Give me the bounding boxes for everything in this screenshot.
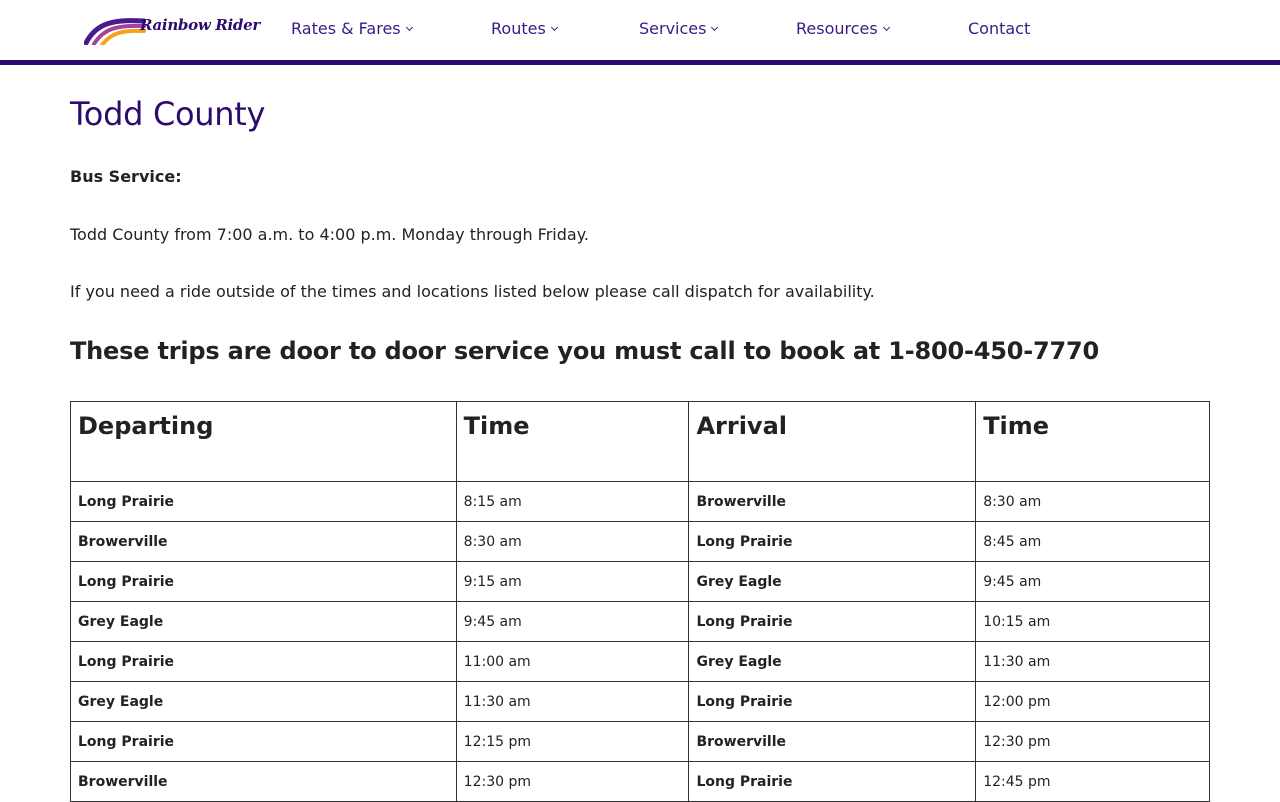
header-departing: Departing xyxy=(70,401,457,482)
table-header-row: Departing Time Arrival Time xyxy=(70,401,1210,482)
table-row: Grey Eagle 9:45 am Long Prairie 10:15 am xyxy=(70,601,1210,642)
arrival-cell: Grey Eagle xyxy=(688,561,977,602)
schedule-table: Departing Time Arrival Time Long Prairie… xyxy=(70,401,1210,802)
nav-label: Rates & Fares xyxy=(291,19,401,38)
site-logo[interactable]: Rainbow Rider xyxy=(84,14,260,46)
nav-resources[interactable]: Resources xyxy=(796,19,890,38)
arrival-cell: Browerville xyxy=(688,481,977,522)
arrival-time-cell: 10:15 am xyxy=(975,601,1210,642)
table-row: Long Prairie 8:15 am Browerville 8:30 am xyxy=(70,481,1210,522)
departure-time-cell: 11:30 am xyxy=(455,681,690,722)
arrival-cell: Long Prairie xyxy=(688,601,977,642)
departure-time-cell: 8:30 am xyxy=(455,521,690,562)
rainbow-swoosh-icon xyxy=(84,18,146,45)
logo-text: Rainbow Rider xyxy=(140,16,260,34)
table-row: Long Prairie 11:00 am Grey Eagle 11:30 a… xyxy=(70,641,1210,682)
arrival-cell: Grey Eagle xyxy=(688,641,977,682)
chevron-down-icon xyxy=(711,23,719,31)
arrival-time-cell: 9:45 am xyxy=(975,561,1210,602)
nav-label: Services xyxy=(639,19,707,38)
arrival-time-cell: 8:30 am xyxy=(975,481,1210,522)
chevron-down-icon xyxy=(882,23,890,31)
header-departure-time: Time xyxy=(455,401,690,482)
chevron-down-icon xyxy=(550,23,558,31)
arrival-cell: Long Prairie xyxy=(688,761,977,802)
departing-cell: Grey Eagle xyxy=(70,601,457,642)
table-row: Grey Eagle 11:30 am Long Prairie 12:00 p… xyxy=(70,681,1210,722)
departure-time-cell: 9:45 am xyxy=(455,601,690,642)
nav-label: Contact xyxy=(968,19,1031,38)
availability-note: If you need a ride outside of the times … xyxy=(70,282,875,301)
bus-service-label: Bus Service: xyxy=(70,167,182,186)
departure-time-cell: 8:15 am xyxy=(455,481,690,522)
arrival-cell: Browerville xyxy=(688,721,977,762)
chevron-down-icon xyxy=(405,23,413,31)
departing-cell: Long Prairie xyxy=(70,561,457,602)
arrival-time-cell: 12:00 pm xyxy=(975,681,1210,722)
departing-cell: Browerville xyxy=(70,761,457,802)
header-arrival-time: Time xyxy=(975,401,1210,482)
page-title: Todd County xyxy=(70,95,266,133)
departing-cell: Browerville xyxy=(70,521,457,562)
table-row: Long Prairie 12:15 pm Browerville 12:30 … xyxy=(70,721,1210,762)
service-hours-text: Todd County from 7:00 a.m. to 4:00 p.m. … xyxy=(70,225,589,244)
nav-contact[interactable]: Contact xyxy=(968,19,1030,38)
departure-time-cell: 11:00 am xyxy=(455,641,690,682)
nav-rates-fares[interactable]: Rates & Fares xyxy=(291,19,413,38)
arrival-cell: Long Prairie xyxy=(688,681,977,722)
table-row: Browerville 12:30 pm Long Prairie 12:45 … xyxy=(70,761,1210,802)
departing-cell: Long Prairie xyxy=(70,641,457,682)
booking-heading: These trips are door to door service you… xyxy=(70,337,1100,365)
nav-label: Resources xyxy=(796,19,878,38)
nav-routes[interactable]: Routes xyxy=(491,19,558,38)
site-header: Rainbow Rider Rates & Fares Routes Servi… xyxy=(0,0,1280,65)
arrival-cell: Long Prairie xyxy=(688,521,977,562)
nav-label: Routes xyxy=(491,19,546,38)
arrival-time-cell: 12:45 pm xyxy=(975,761,1210,802)
departing-cell: Long Prairie xyxy=(70,721,457,762)
arrival-time-cell: 8:45 am xyxy=(975,521,1210,562)
departure-time-cell: 12:30 pm xyxy=(455,761,690,802)
table-row: Long Prairie 9:15 am Grey Eagle 9:45 am xyxy=(70,561,1210,602)
table-row: Browerville 8:30 am Long Prairie 8:45 am xyxy=(70,521,1210,562)
arrival-time-cell: 11:30 am xyxy=(975,641,1210,682)
departure-time-cell: 9:15 am xyxy=(455,561,690,602)
arrival-time-cell: 12:30 pm xyxy=(975,721,1210,762)
departing-cell: Grey Eagle xyxy=(70,681,457,722)
departing-cell: Long Prairie xyxy=(70,481,457,522)
departure-time-cell: 12:15 pm xyxy=(455,721,690,762)
header-arrival: Arrival xyxy=(688,401,977,482)
nav-services[interactable]: Services xyxy=(639,19,719,38)
